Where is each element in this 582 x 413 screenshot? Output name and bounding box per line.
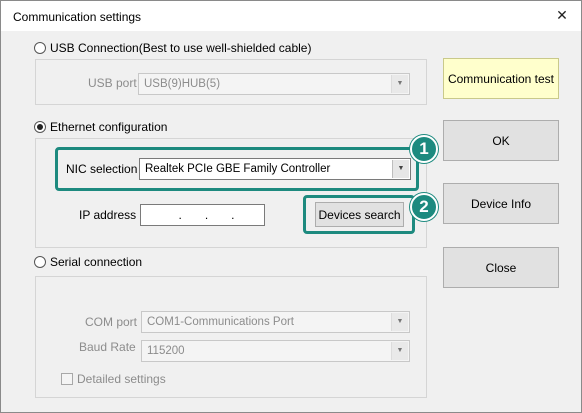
callout-badge-2: 2 (410, 193, 438, 221)
ip-dot: . (178, 208, 182, 222)
com-port-value: COM1-Communications Port (147, 316, 294, 328)
title-bar: Communication settings ✕ (1, 1, 581, 31)
baud-rate-value: 115200 (147, 345, 185, 357)
usb-group-box: USB port USB(9)HUB(5) ▼ (35, 59, 427, 105)
close-label: Close (485, 260, 517, 275)
close-button[interactable]: Close (443, 247, 559, 288)
usb-port-label: USB port (88, 76, 137, 90)
ethernet-configuration-radio[interactable]: Ethernet configuration (34, 120, 167, 134)
usb-connection-radio[interactable]: USB Connection(Best to use well-shielded… (34, 41, 311, 55)
ip-dot: . (231, 208, 235, 222)
communication-test-label: Communication test (447, 71, 555, 86)
communication-test-button[interactable]: Communication test (443, 58, 559, 99)
serial-radio-button[interactable] (34, 256, 46, 268)
callout-badge-1: 1 (410, 135, 438, 163)
dialog-title: Communication settings (13, 10, 142, 24)
device-info-label: Device Info (470, 196, 532, 211)
communication-settings-dialog: Communication settings ✕ USB Connection(… (0, 0, 582, 413)
serial-connection-radio[interactable]: Serial connection (34, 255, 142, 269)
serial-group-box: COM port COM1-Communications Port ▼ Baud… (35, 276, 427, 398)
callout-frame-devices-search (303, 195, 415, 234)
device-info-button[interactable]: Device Info (443, 183, 559, 224)
ethernet-radio-button[interactable] (34, 121, 46, 133)
chevron-down-icon: ▼ (391, 313, 408, 331)
ip-address-label: IP address (79, 208, 137, 222)
com-port-select[interactable]: COM1-Communications Port ▼ (141, 311, 410, 333)
detailed-settings-checkbox-row[interactable]: Detailed settings (61, 372, 166, 386)
close-icon[interactable]: ✕ (553, 6, 571, 24)
ip-address-input[interactable]: . . . (140, 204, 265, 226)
callout-frame-nic (55, 147, 419, 191)
ethernet-radio-label: Ethernet configuration (50, 120, 168, 134)
usb-port-select[interactable]: USB(9)HUB(5) ▼ (138, 73, 410, 95)
usb-radio-button[interactable] (34, 42, 46, 54)
baud-rate-label: Baud Rate (79, 340, 136, 354)
usb-port-value: USB(9)HUB(5) (144, 78, 221, 90)
ok-label: OK (492, 133, 510, 148)
chevron-down-icon: ▼ (391, 75, 408, 93)
serial-radio-label: Serial connection (50, 255, 143, 269)
com-port-label: COM port (85, 315, 138, 329)
ok-button[interactable]: OK (443, 120, 559, 161)
detailed-settings-label: Detailed settings (77, 372, 166, 386)
chevron-down-icon: ▼ (391, 342, 408, 360)
detailed-settings-checkbox[interactable] (61, 373, 73, 385)
callout-number-1: 1 (419, 139, 429, 158)
ip-dot: . (204, 208, 209, 222)
usb-radio-label: USB Connection(Best to use well-shielded… (50, 41, 312, 55)
baud-rate-select[interactable]: 115200 ▼ (141, 340, 410, 362)
callout-number-2: 2 (419, 197, 429, 216)
